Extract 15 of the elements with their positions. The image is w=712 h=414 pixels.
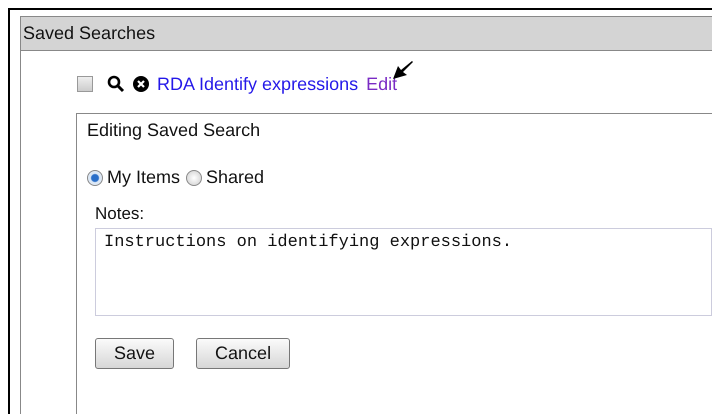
radio-button[interactable] xyxy=(87,170,103,186)
close-icon[interactable] xyxy=(133,76,149,92)
panel-title: Saved Searches xyxy=(23,23,156,44)
search-icon[interactable] xyxy=(107,75,125,93)
radio-button[interactable] xyxy=(186,170,202,186)
radio-label: My Items xyxy=(107,167,180,188)
notes-label: Notes: xyxy=(95,204,144,224)
radio-label: Shared xyxy=(206,167,264,188)
editor-title: Editing Saved Search xyxy=(87,120,260,141)
notes-field[interactable]: Instructions on identifying expressions. xyxy=(95,228,712,316)
cancel-button[interactable]: Cancel xyxy=(196,338,290,369)
save-button[interactable]: Save xyxy=(95,338,174,369)
edit-link[interactable]: Edit xyxy=(366,74,398,94)
saved-search-link[interactable]: RDA Identify expressions xyxy=(157,74,358,94)
checkbox[interactable] xyxy=(77,76,93,92)
